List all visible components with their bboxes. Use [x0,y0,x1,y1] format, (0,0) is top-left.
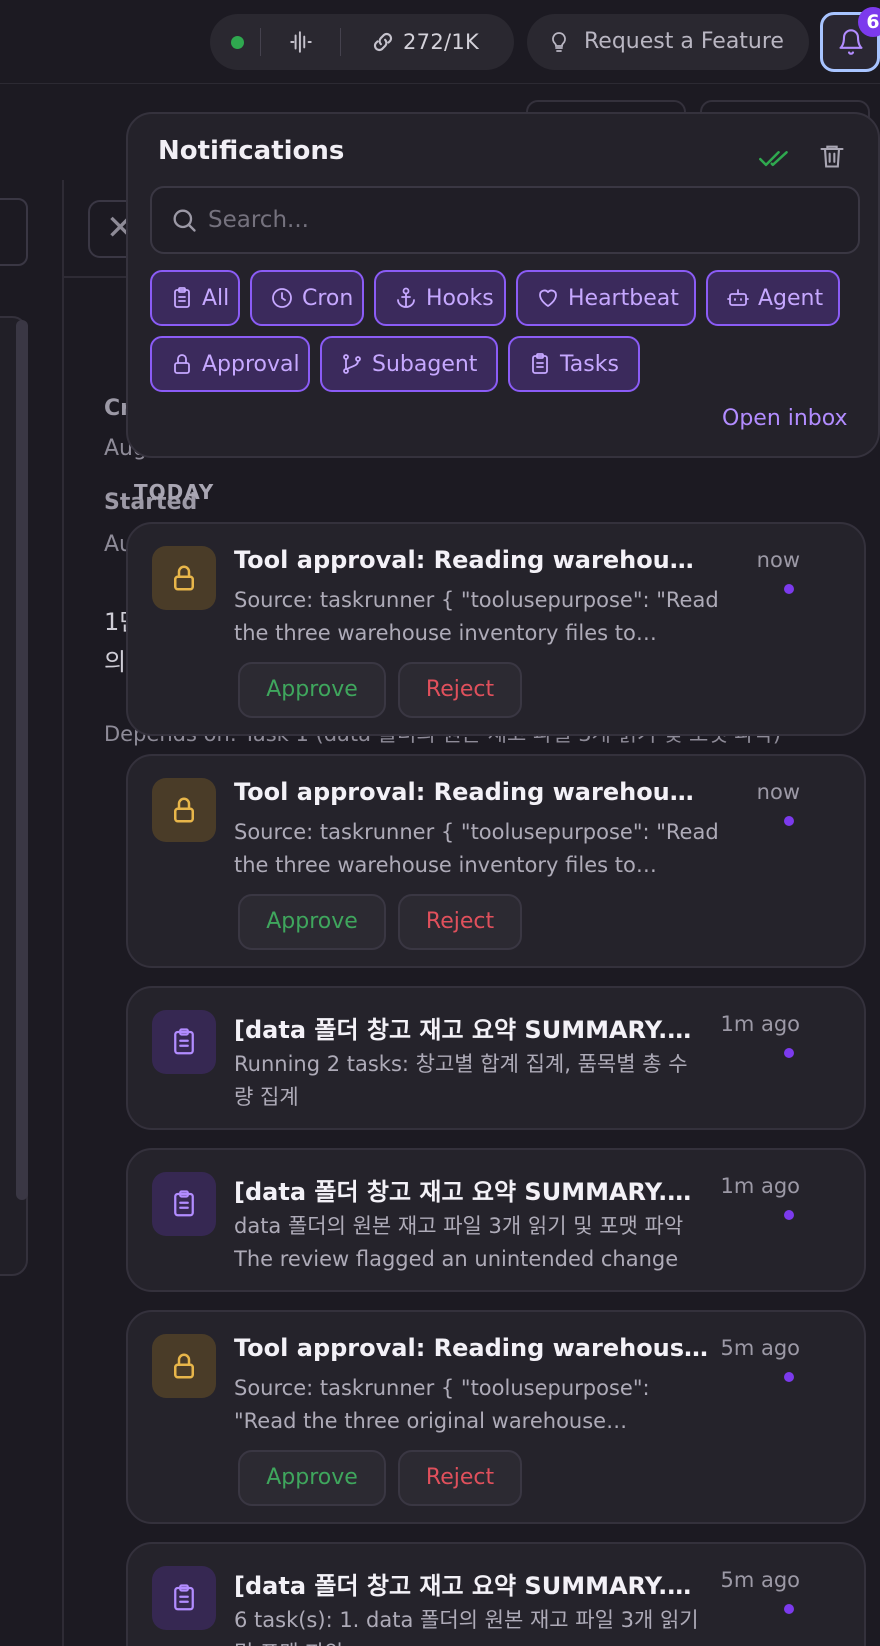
notification-body: Running 2 tasks: 창고별 합계 집계, 품목별 총 수량 집계 [234,1052,688,1109]
anchor-icon [397,287,415,308]
reject-button[interactable]: Reject [398,894,522,950]
approve-button[interactable]: Approve [238,894,386,950]
unread-dot-icon [784,1048,794,1058]
notification-title: [data 폴더 창고 재고 요약 SUMMARY.md 작성] [234,1178,714,1206]
usage-counter: 272/1K [403,30,480,54]
lock-icon [174,797,194,823]
filter-chip-cron[interactable]: Cron [250,270,364,326]
notification-body: 6 task(s): 1. data 폴더의 원본 재고 파일 3개 읽기 및 … [234,1608,699,1646]
reject-button[interactable]: Reject [398,1450,522,1506]
sidebar-toggle[interactable] [0,198,28,266]
notification-title: [data 폴더 창고 재고 요약 SUMMARY.md 작성] [234,1572,714,1600]
divider [340,28,341,56]
unread-dot-icon [784,1604,794,1614]
status-pill[interactable]: 272/1K [210,14,514,70]
filter-chip-label: Hooks [426,285,494,311]
notification-time: now [756,780,800,804]
notification-count-badge: 6 [858,7,880,37]
filter-chip-subagent[interactable]: Subagent [320,336,498,392]
unread-dot-icon [784,1372,794,1382]
task-icon-badge [152,1566,216,1630]
notification-title: Tool approval: Reading warehouse-a.csv [234,546,694,574]
filter-chip-all[interactable]: All [150,270,240,326]
filter-chip-label: All [202,285,230,311]
search-icon [173,209,196,232]
status-dot-icon [231,36,244,49]
unread-dot-icon [784,1210,794,1220]
filter-chip-label: Heartbeat [568,285,679,311]
notification-card[interactable]: Tool approval: Reading warehouse-a.csv n… [126,754,866,968]
notifications-title: Notifications [158,136,345,166]
filter-chip-heartbeat[interactable]: Heartbeat [516,270,696,326]
notification-card[interactable]: Tool approval: Reading warehouse-a.csv n… [126,522,866,736]
notification-card[interactable]: [data 폴더 창고 재고 요약 SUMMARY.md 작성] 1m ago … [126,986,866,1130]
approval-icon-badge [152,546,216,610]
filter-chip-approval[interactable]: Approval [150,336,310,392]
search-input[interactable] [208,204,828,236]
activity-wave-icon[interactable] [288,28,314,56]
filter-chip-agent[interactable]: Agent [706,270,840,326]
clipboard-icon [174,1028,194,1055]
notification-title: [data 폴더 창고 재고 요약 SUMMARY.md 작성] [234,1016,714,1044]
branch-icon [343,354,361,374]
approve-button[interactable]: Approve [238,662,386,718]
clipboard-icon [174,1190,194,1217]
filter-chip-hooks[interactable]: Hooks [374,270,506,326]
scrollbar[interactable] [16,320,28,1200]
notification-time: 1m ago [720,1012,800,1036]
notification-card[interactable]: [data 폴더 창고 재고 요약 SUMMARY.md 작성] 1m ago … [126,1148,866,1292]
approval-icon-badge [152,778,216,842]
top-bar: 272/1K Request a Feature 6 [0,0,880,84]
lock-icon [174,354,190,374]
approve-button[interactable]: Approve [238,1450,386,1506]
clock-icon [272,288,292,308]
task-description: 의 [104,648,127,676]
notifications-panel: Notifications All Cron Hooks Heartbeat A… [126,112,880,458]
reject-button[interactable]: Reject [398,662,522,718]
clipboard-icon [174,287,190,308]
task-icon-badge [152,1010,216,1074]
lightbulb-icon [552,32,566,52]
trash-icon[interactable] [818,140,846,172]
notification-time: 1m ago [720,1174,800,1198]
divider [62,180,64,1646]
notification-card[interactable]: Tool approval: Reading warehouse-b.csv 5… [126,1310,866,1524]
filter-chip-tasks[interactable]: Tasks [508,336,640,392]
filter-chip-label: Agent [758,285,824,311]
filter-chip-label: Subagent [372,351,478,377]
unread-dot-icon [784,584,794,594]
request-feature-button[interactable]: Request a Feature [527,14,809,70]
lock-icon [174,1353,194,1379]
heart-icon [539,289,557,307]
notification-card[interactable]: [data 폴더 창고 재고 요약 SUMMARY.md 작성] 5m ago … [126,1542,866,1646]
notification-time: now [756,548,800,572]
section-label-today: TODAY [134,480,215,504]
request-feature-label: Request a Feature [584,29,784,54]
notification-body: Source: taskrunner { "toolusepurpose": "… [234,820,719,877]
unread-dot-icon [784,816,794,826]
notification-body: data 폴더의 원본 재고 파일 3개 읽기 및 포맷 파악 The revi… [234,1214,684,1271]
clipboard-icon [532,353,548,374]
notification-title: Tool approval: Reading warehouse-b.csv [234,1334,714,1362]
filter-chip-label: Approval [202,351,300,377]
divider [260,28,261,56]
notification-title: Tool approval: Reading warehouse-a.csv [234,778,694,806]
approval-icon-badge [152,1334,216,1398]
filter-chip-label: Cron [302,285,354,311]
notification-time: 5m ago [720,1568,800,1592]
clipboard-icon [174,1584,194,1611]
robot-icon [727,289,749,306]
lock-icon [174,565,194,591]
open-inbox-link[interactable]: Open inbox [722,406,848,431]
mark-all-read-icon[interactable] [758,144,790,172]
notification-body: Source: taskrunner { "toolusepurpose": "… [234,588,719,645]
filter-chip-label: Tasks [560,351,619,377]
notification-body: Source: taskrunner { "toolusepurpose": "… [234,1376,650,1433]
notification-time: 5m ago [720,1336,800,1360]
search-box[interactable] [150,186,860,254]
link-icon [373,32,393,52]
task-icon-badge [152,1172,216,1236]
